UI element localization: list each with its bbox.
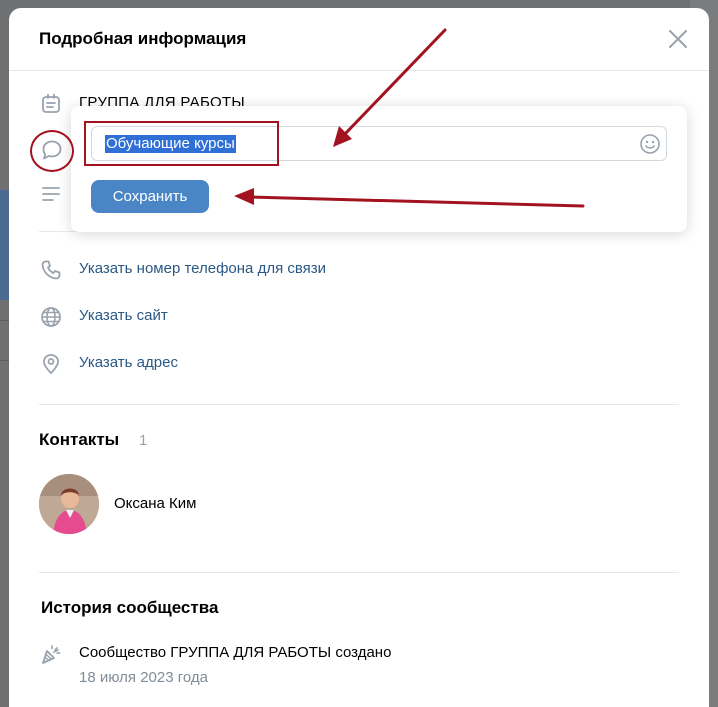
contact-name[interactable]: Оксана Ким bbox=[114, 495, 196, 512]
lines-icon bbox=[42, 187, 60, 201]
annotation-highlight-box bbox=[84, 121, 279, 166]
modal-title: Подробная информация bbox=[39, 29, 247, 48]
history-title: История сообщества bbox=[41, 598, 219, 617]
history-date: 18 июля 2023 года bbox=[79, 669, 208, 686]
contacts-title: Контакты bbox=[39, 430, 120, 449]
details-modal: Подробная информация ГРУППА ДЛЯ РАБОТЫ У… bbox=[9, 8, 709, 707]
location-pin-icon bbox=[43, 354, 59, 374]
phone-icon bbox=[41, 260, 61, 280]
group-icon bbox=[42, 93, 60, 113]
add-phone-link[interactable]: Указать номер телефона для связи bbox=[79, 260, 326, 277]
divider bbox=[39, 404, 679, 405]
save-button[interactable]: Сохранить bbox=[91, 180, 209, 213]
globe-icon bbox=[41, 307, 61, 327]
avatar-photo bbox=[39, 474, 99, 534]
emoji-icon[interactable] bbox=[638, 132, 662, 156]
close-icon bbox=[669, 30, 687, 48]
avatar[interactable] bbox=[39, 474, 99, 534]
modal-header: Подробная информация bbox=[9, 8, 709, 71]
divider bbox=[39, 572, 679, 573]
add-address-link[interactable]: Указать адрес bbox=[79, 354, 178, 371]
add-site-link[interactable]: Указать сайт bbox=[79, 307, 168, 324]
annotation-highlight-circle bbox=[30, 130, 74, 172]
party-popper-icon bbox=[42, 645, 61, 664]
contacts-count: 1 bbox=[139, 432, 148, 449]
close-button[interactable] bbox=[667, 28, 689, 50]
history-event: Сообщество ГРУППА ДЛЯ РАБОТЫ создано bbox=[79, 644, 392, 661]
